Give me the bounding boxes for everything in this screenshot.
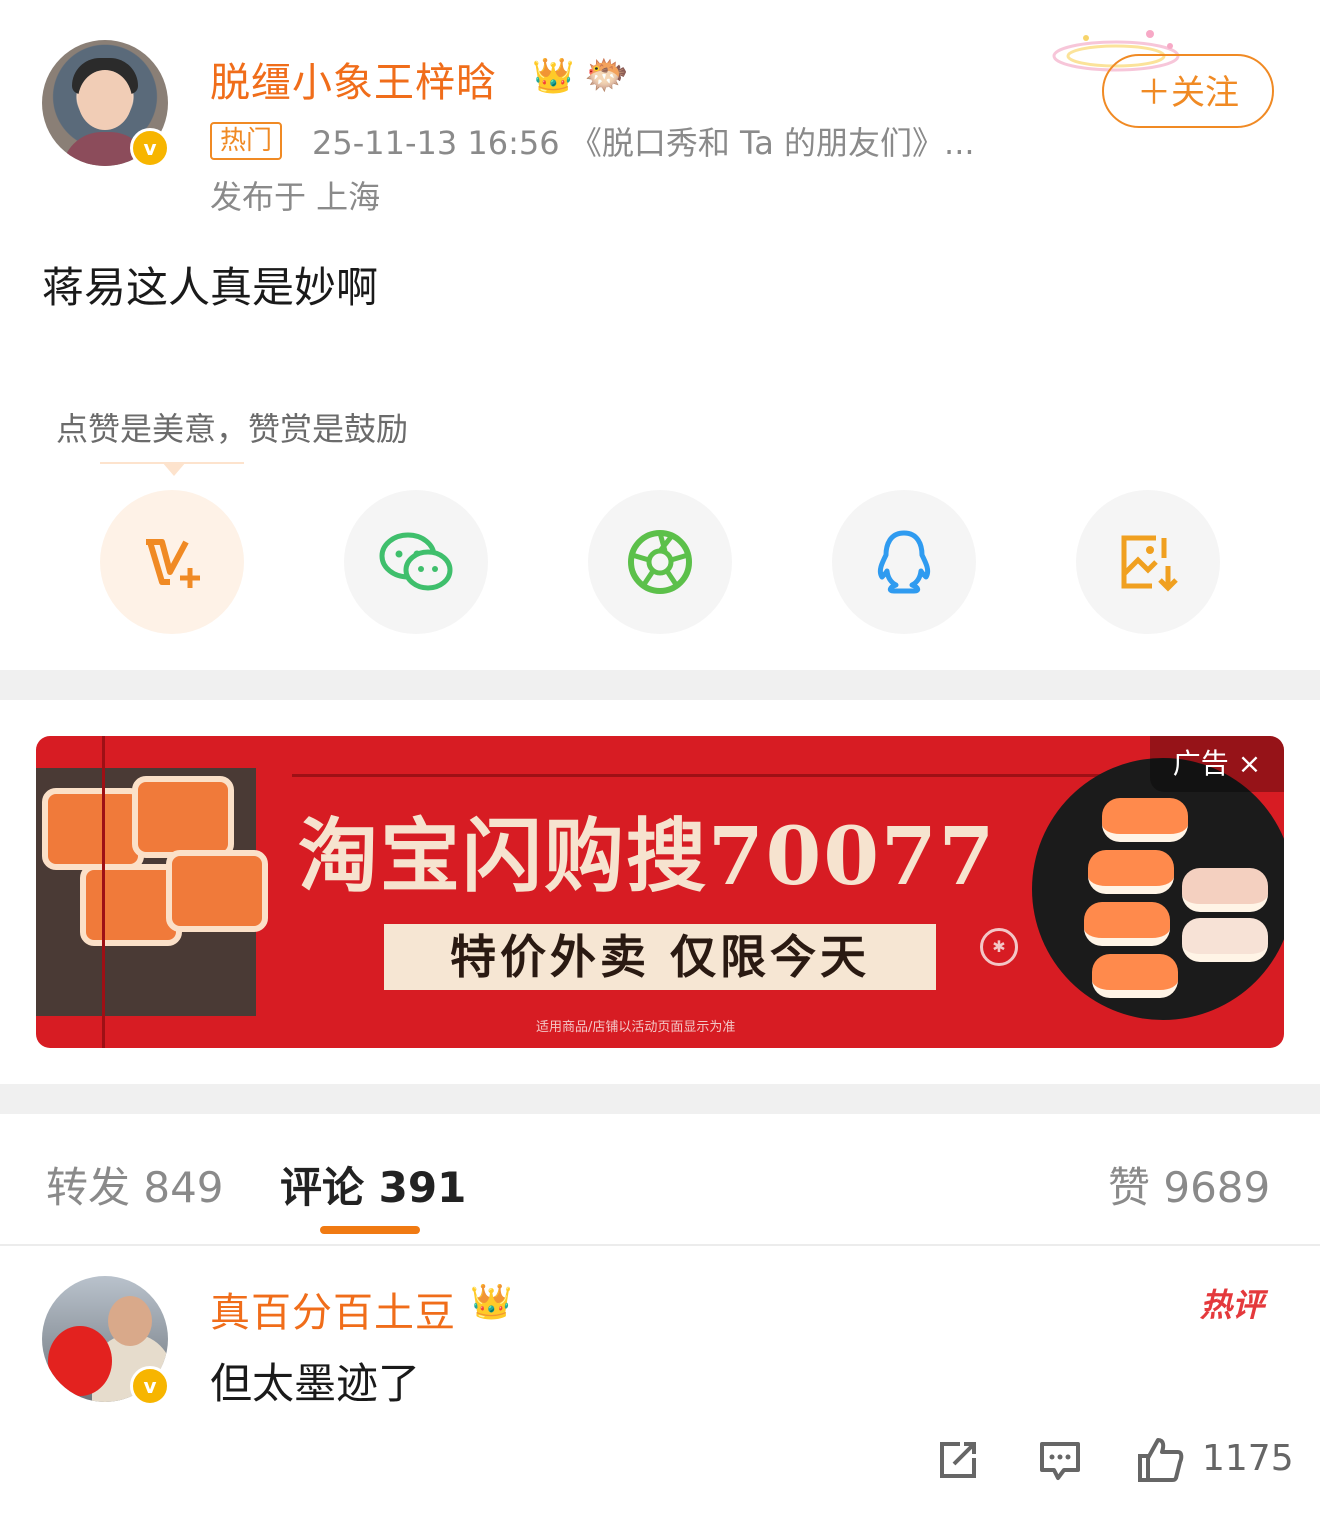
comment-like-button[interactable] [1134, 1434, 1186, 1486]
verified-badge-icon: v [130, 128, 170, 168]
hot-tag: 热门 [210, 122, 283, 160]
commenter-name[interactable]: 真百分百土豆 [210, 1280, 456, 1338]
hot-comment-badge: 热评 [1200, 1286, 1265, 1324]
share-qq-button[interactable] [832, 490, 976, 634]
comment-share-button[interactable] [932, 1434, 984, 1486]
moments-aperture-icon [628, 530, 692, 594]
avatar-face [78, 70, 132, 130]
post-content: 蒋易这人真是妙啊 [42, 263, 379, 312]
avatar-red-toy [48, 1326, 112, 1396]
crown-badge-icon: 👑 [532, 56, 575, 96]
share-wechat-button[interactable] [344, 490, 488, 634]
post-location: 发布于 上海 [210, 178, 381, 216]
avatar-head [108, 1296, 152, 1346]
nigiri [1084, 902, 1170, 946]
comment-reply-button[interactable] [1034, 1434, 1086, 1486]
ad-banner[interactable]: 淘宝闪购搜70077 特价外卖 仅限今天 ✱ 适用商品/店铺以活动页面显示为准 … [36, 736, 1284, 1048]
ad-brand-logo-icon: ✱ [980, 928, 1018, 966]
nigiri [1182, 918, 1268, 962]
sushi-roll [166, 850, 268, 932]
sushi-roll [132, 776, 234, 858]
section-divider [0, 670, 1320, 700]
wechat-icon [379, 532, 453, 591]
pufferfish-badge-icon: 🐡 [584, 55, 629, 96]
nigiri [1092, 954, 1178, 998]
ad-title: 淘宝闪购搜70077 [298, 809, 997, 903]
close-icon: × [1237, 747, 1262, 780]
tip-arrow [162, 462, 186, 476]
qq-penguin-icon [877, 530, 931, 594]
comment-text: 但太墨迹了 [210, 1359, 421, 1408]
follow-button[interactable]: ＋关注 [1102, 54, 1274, 128]
ad-sushi-plate-image [1032, 758, 1284, 1020]
reward-button[interactable] [100, 490, 244, 634]
save-image-icon [1121, 535, 1178, 592]
reward-tip: 点赞是美意，赞赏是鼓励 [56, 410, 409, 448]
active-tab-indicator [320, 1226, 420, 1234]
share-arrow-icon [940, 1442, 976, 1478]
ad-frame-line [292, 774, 1112, 777]
reward-v-plus-icon [146, 539, 200, 588]
ad-close-button[interactable]: 广告 × [1150, 736, 1284, 792]
author-name[interactable]: 脱缰小象王梓晗 [210, 50, 497, 108]
thumbs-up-icon [1138, 1438, 1184, 1482]
ad-sushi-image-left [36, 768, 268, 1016]
tab-repost[interactable]: 转发 849 [46, 1154, 224, 1215]
section-divider [0, 1084, 1320, 1114]
comment-like-count: 1175 [1202, 1438, 1294, 1479]
sushi-roll [42, 788, 144, 870]
tab-like[interactable]: 赞 9689 [1108, 1154, 1270, 1215]
nigiri [1182, 868, 1268, 912]
nigiri [1102, 798, 1188, 842]
tab-divider [0, 1244, 1320, 1246]
save-image-button[interactable] [1076, 490, 1220, 634]
verified-badge-icon: v [130, 1366, 170, 1406]
share-moments-button[interactable] [588, 490, 732, 634]
ad-label: 广告 [1172, 747, 1229, 780]
tab-comment[interactable]: 评论 391 [280, 1154, 466, 1215]
post-meta[interactable]: 25-11-13 16:56 《脱口秀和 Ta 的朋友们》... [312, 118, 975, 164]
comment-bubble-icon [1040, 1442, 1080, 1480]
ad-subtitle-box: 特价外卖 仅限今天 [384, 924, 936, 990]
ad-subtitle: 特价外卖 仅限今天 [449, 930, 870, 984]
crown-badge-icon: 👑 [470, 1282, 513, 1322]
ad-fine-print: 适用商品/店铺以活动页面显示为准 [536, 1020, 736, 1035]
nigiri [1088, 850, 1174, 894]
ad-frame-line [102, 736, 105, 1048]
